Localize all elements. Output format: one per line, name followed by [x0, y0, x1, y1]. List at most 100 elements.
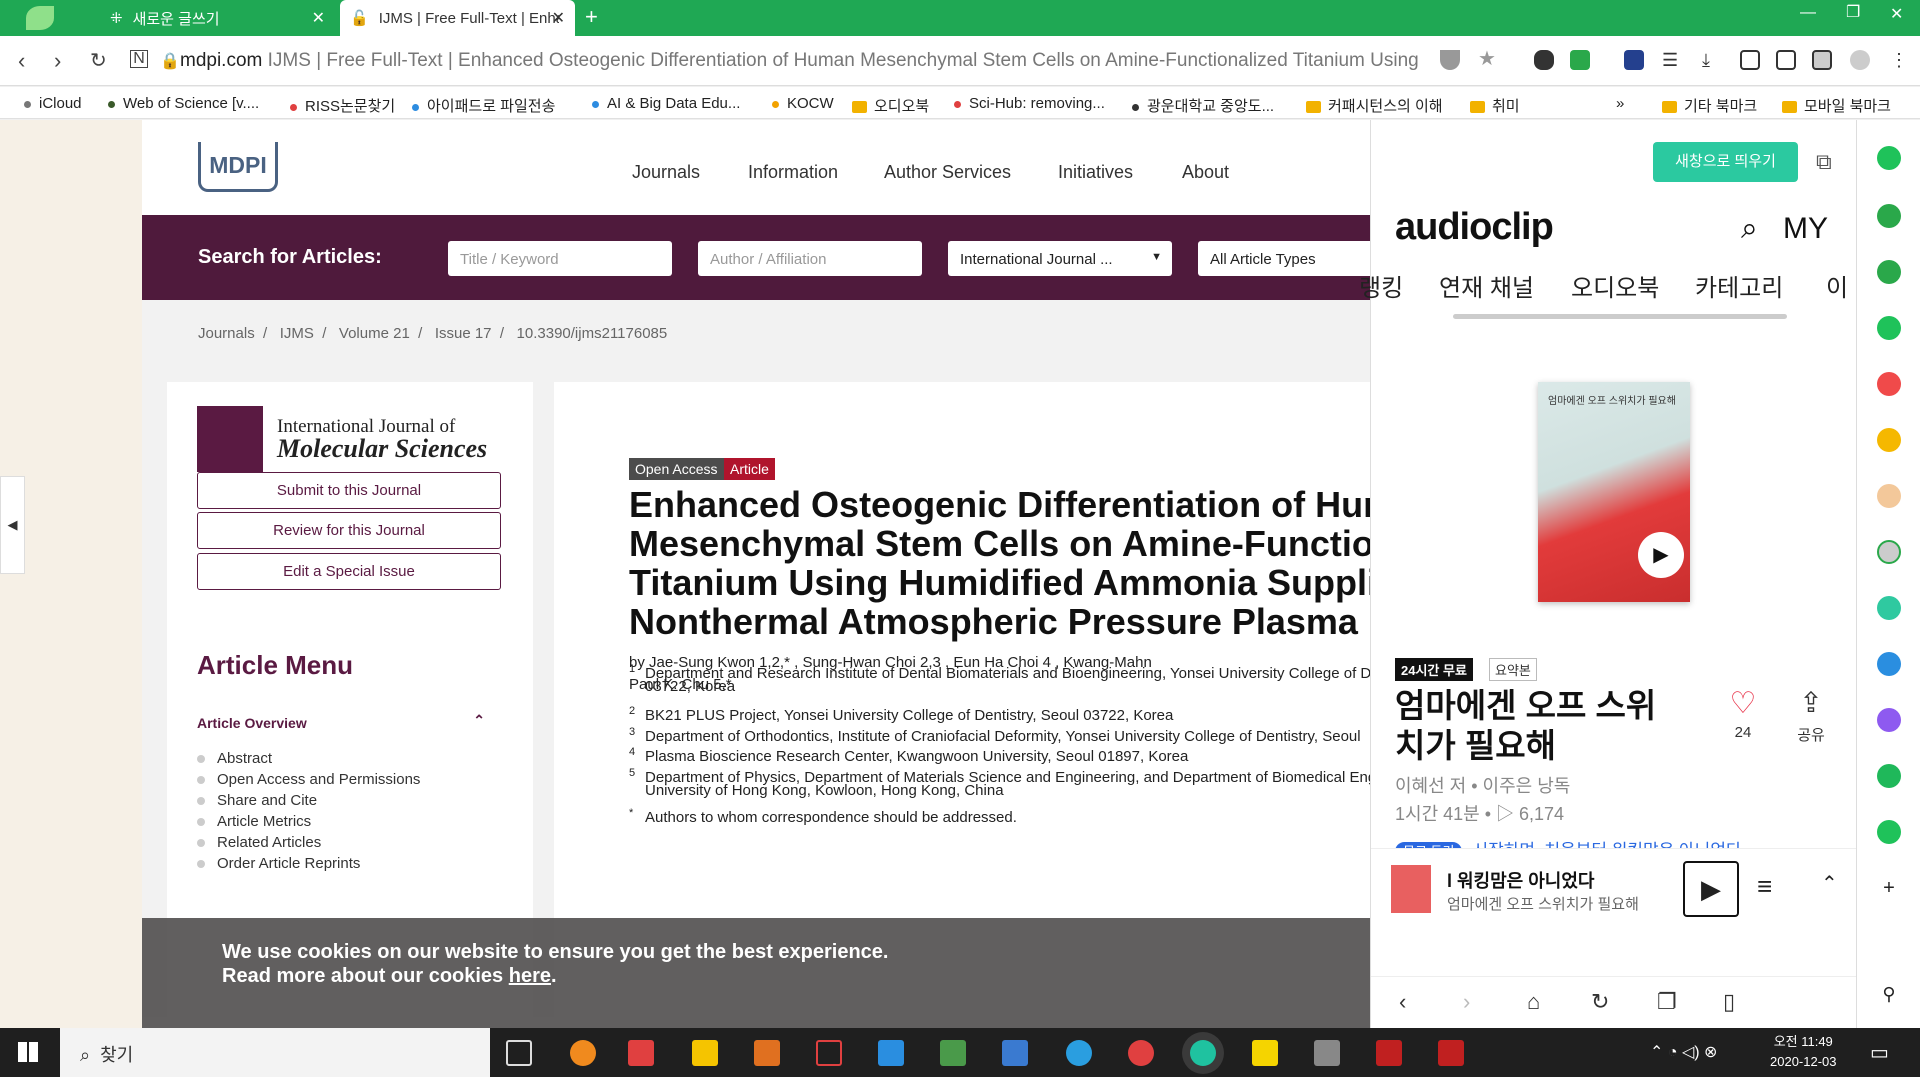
sticky-notes-icon[interactable] — [1252, 1040, 1278, 1066]
nav-about[interactable]: About — [1182, 162, 1229, 183]
breadcrumb-journals[interactable]: Journals — [198, 325, 255, 342]
tab-ijms[interactable]: 🔓 IJMS | Free Full-Text | Enhanced ✕ — [340, 0, 575, 36]
back-icon[interactable]: ‹ — [18, 48, 25, 74]
forward-icon[interactable]: › — [54, 48, 61, 74]
sidebar-app-icon[interactable] — [1877, 428, 1901, 452]
heart-icon[interactable]: ♡ — [1723, 686, 1763, 721]
nav-author-services[interactable]: Author Services — [884, 162, 1011, 183]
menu-abstract[interactable]: Abstract — [197, 750, 272, 767]
bookmark-item[interactable]: RISS논문찾기 — [290, 95, 395, 116]
add-app-icon[interactable]: + — [1877, 876, 1901, 900]
bookmark-item[interactable]: AI & Big Data Edu... — [592, 95, 740, 112]
my-button[interactable]: MY — [1783, 212, 1828, 246]
breadcrumb-issue[interactable]: Issue 17 — [435, 325, 492, 342]
acrobat-icon[interactable] — [1438, 1040, 1464, 1066]
shield-icon[interactable] — [1440, 50, 1460, 70]
mobile-icon[interactable]: ▯ — [1723, 989, 1735, 1015]
ie-icon[interactable] — [1066, 1040, 1092, 1066]
cookie-here-link[interactable]: here — [509, 965, 551, 987]
book-cover[interactable]: 엄마에겐 오프 스위치가 필요해 ▶ — [1538, 382, 1690, 602]
player-thumbnail[interactable] — [1391, 865, 1431, 913]
tab-category[interactable]: 카테고리 — [1695, 268, 1783, 303]
nav-information[interactable]: Information — [748, 162, 838, 183]
sidebar-app-icon[interactable] — [1877, 260, 1901, 284]
sidebar-app-icon[interactable] — [1877, 708, 1901, 732]
forward-icon[interactable]: › — [1463, 989, 1470, 1015]
tray-icons[interactable]: ⌃ ◔ ◁) ⊗ — [1650, 1042, 1717, 1062]
author-affiliation-input[interactable]: Author / Affiliation — [698, 241, 922, 276]
sidebar-app-icon[interactable] — [1877, 652, 1901, 676]
menu-related-articles[interactable]: Related Articles — [197, 834, 321, 851]
network-app-icon[interactable] — [816, 1040, 842, 1066]
bookmark-item[interactable]: Web of Science [v.... — [108, 95, 259, 112]
tab-scrollbar[interactable] — [1453, 314, 1787, 319]
mendeley-icon[interactable] — [1376, 1040, 1402, 1066]
home-icon[interactable]: ⌂ — [1527, 989, 1540, 1015]
close-tab-icon[interactable]: ✕ — [552, 8, 565, 28]
file-explorer-icon[interactable] — [692, 1040, 718, 1066]
journal-select[interactable]: International Journal ... ▼ — [948, 241, 1172, 276]
matlab-icon[interactable] — [754, 1040, 780, 1066]
reload-icon[interactable]: ↻ — [90, 48, 107, 73]
article-types-select[interactable]: All Article Types — [1198, 241, 1370, 276]
search-icon[interactable]: ⌕ — [1741, 212, 1758, 246]
playlist-icon[interactable]: ≡ — [1757, 871, 1772, 902]
sidebar-app-icon[interactable] — [1877, 540, 1901, 564]
article-overview-toggle[interactable]: Article Overview ⌃ — [197, 712, 501, 734]
menu-share-cite[interactable]: Share and Cite — [197, 792, 317, 809]
pin-icon[interactable]: ⚲ — [1877, 982, 1901, 1006]
close-tab-icon[interactable]: ✕ — [312, 8, 325, 28]
camera-icon[interactable] — [1740, 50, 1760, 70]
new-tab-button[interactable]: + — [585, 4, 598, 30]
restore-button[interactable]: ❐ — [1846, 2, 1860, 22]
sidebar-app-icon[interactable] — [1877, 764, 1901, 788]
sidebar-app-icon[interactable] — [1877, 204, 1901, 228]
mail-icon[interactable] — [1002, 1040, 1028, 1066]
tab-more[interactable]: 이 — [1826, 268, 1848, 303]
menu-article-metrics[interactable]: Article Metrics — [197, 813, 311, 830]
reader-icon[interactable]: N — [130, 50, 148, 68]
extension-mouse-icon[interactable] — [1534, 50, 1554, 70]
notification-icon[interactable]: ▭ — [1870, 1040, 1889, 1065]
bookmark-folder[interactable]: 취미 — [1470, 95, 1520, 116]
breadcrumb-volume[interactable]: Volume 21 — [339, 325, 410, 342]
player-play-button[interactable]: ▶ — [1683, 861, 1739, 917]
play-icon[interactable]: ▶ — [1638, 532, 1684, 578]
bookmark-folder[interactable]: 모바일 북마크 — [1782, 95, 1891, 116]
chevron-up-icon[interactable]: ⌃ — [1821, 871, 1838, 896]
bookmarks-overflow-button[interactable]: » — [1616, 95, 1624, 112]
menu-open-access[interactable]: Open Access and Permissions — [197, 771, 420, 788]
tab-ranking[interactable]: 랭킹 — [1359, 268, 1403, 303]
journal-title[interactable]: International Journal of Molecular Scienc… — [277, 416, 487, 463]
chrome-icon[interactable] — [1128, 1040, 1154, 1066]
menu-order-reprints[interactable]: Order Article Reprints — [197, 855, 360, 872]
minimize-button[interactable]: — — [1800, 4, 1816, 22]
sidebar-app-icon[interactable] — [1877, 484, 1901, 508]
bookmark-item[interactable]: KOCW — [772, 95, 834, 112]
playlist-icon[interactable]: ☰ — [1662, 50, 1682, 70]
bookmark-folder[interactable]: 커패시턴스의 이해 — [1306, 95, 1443, 116]
bookmark-item[interactable]: 광운대학교 중앙도... — [1132, 95, 1274, 116]
download-icon[interactable]: ⤓ — [1702, 50, 1722, 70]
back-icon[interactable]: ‹ — [1399, 989, 1406, 1015]
more-icon[interactable]: ⋮ — [1890, 50, 1910, 70]
taskbar-clock[interactable]: 오전 11:49 2020-12-03 — [1770, 1032, 1837, 1072]
popout-button[interactable]: 새창으로 띄우기 — [1653, 142, 1798, 182]
sidebar-toggle-icon[interactable] — [1812, 50, 1832, 70]
calculator-icon[interactable] — [1314, 1040, 1340, 1066]
todo-app-icon[interactable] — [628, 1040, 654, 1066]
extension-green-icon[interactable] — [1570, 50, 1590, 70]
nav-journals[interactable]: Journals — [632, 162, 700, 183]
close-window-button[interactable]: ✕ — [1890, 4, 1903, 24]
whale-browser-icon[interactable] — [1190, 1040, 1216, 1066]
profile-icon[interactable] — [1850, 50, 1870, 70]
title-keyword-input[interactable]: Title / Keyword — [448, 241, 672, 276]
submit-journal-button[interactable]: Submit to this Journal — [197, 472, 501, 509]
bookmark-item[interactable]: 아이패드로 파일전송 — [412, 95, 555, 116]
search-app-icon[interactable] — [570, 1040, 596, 1066]
task-view-icon[interactable] — [506, 1040, 532, 1066]
bookmark-item[interactable]: Sci-Hub: removing... — [954, 95, 1105, 112]
tab-series[interactable]: 연재 채널 — [1439, 268, 1534, 303]
bookmark-item[interactable]: iCloud — [24, 95, 82, 112]
windows-start-icon[interactable] — [18, 1042, 38, 1062]
